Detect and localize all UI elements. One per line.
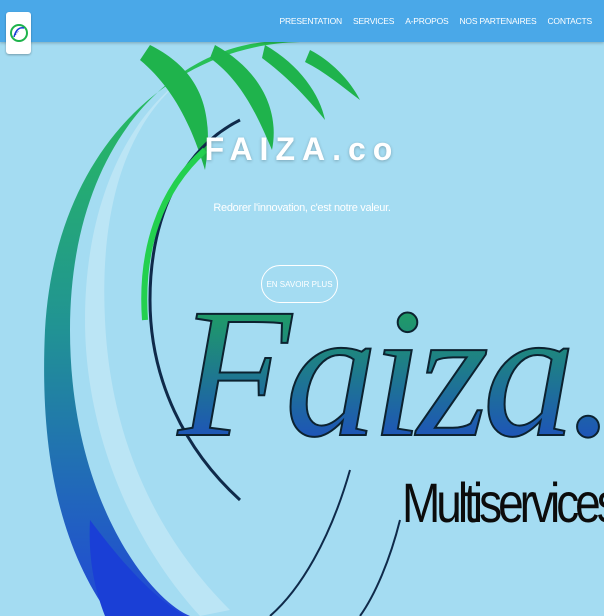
svg-text:F: F: [14, 31, 19, 37]
nav-services[interactable]: SERVICES: [353, 16, 394, 26]
nav-contacts[interactable]: CONTACTS: [547, 16, 592, 26]
nav-a-propos[interactable]: A-PROPOS: [405, 16, 448, 26]
nav-presentation[interactable]: PRESENTATION: [280, 16, 343, 26]
brand-subtitle-text: Multiservices: [402, 472, 604, 534]
brand-logo[interactable]: F: [6, 12, 31, 54]
top-navbar: F PRESENTATION SERVICES A-PROPOS NOS PAR…: [0, 0, 604, 54]
brand-logo-text: Faiza.Co: [177, 271, 604, 476]
faiza-logo-icon: F: [9, 24, 28, 42]
nav-partenaires[interactable]: NOS PARTENAIRES: [459, 16, 536, 26]
hero-tagline: Redorer l'innovation, c'est notre valeur…: [213, 202, 391, 214]
hero-title: FAIZA.co: [204, 131, 400, 167]
hero-background-art: Faiza.Co Multiservices: [0, 0, 604, 616]
hero-section: Faiza.Co Multiservices: [0, 0, 604, 616]
main-nav: PRESENTATION SERVICES A-PROPOS NOS PARTE…: [280, 16, 593, 26]
learn-more-button[interactable]: EN SAVOIR PLUS: [261, 265, 338, 303]
